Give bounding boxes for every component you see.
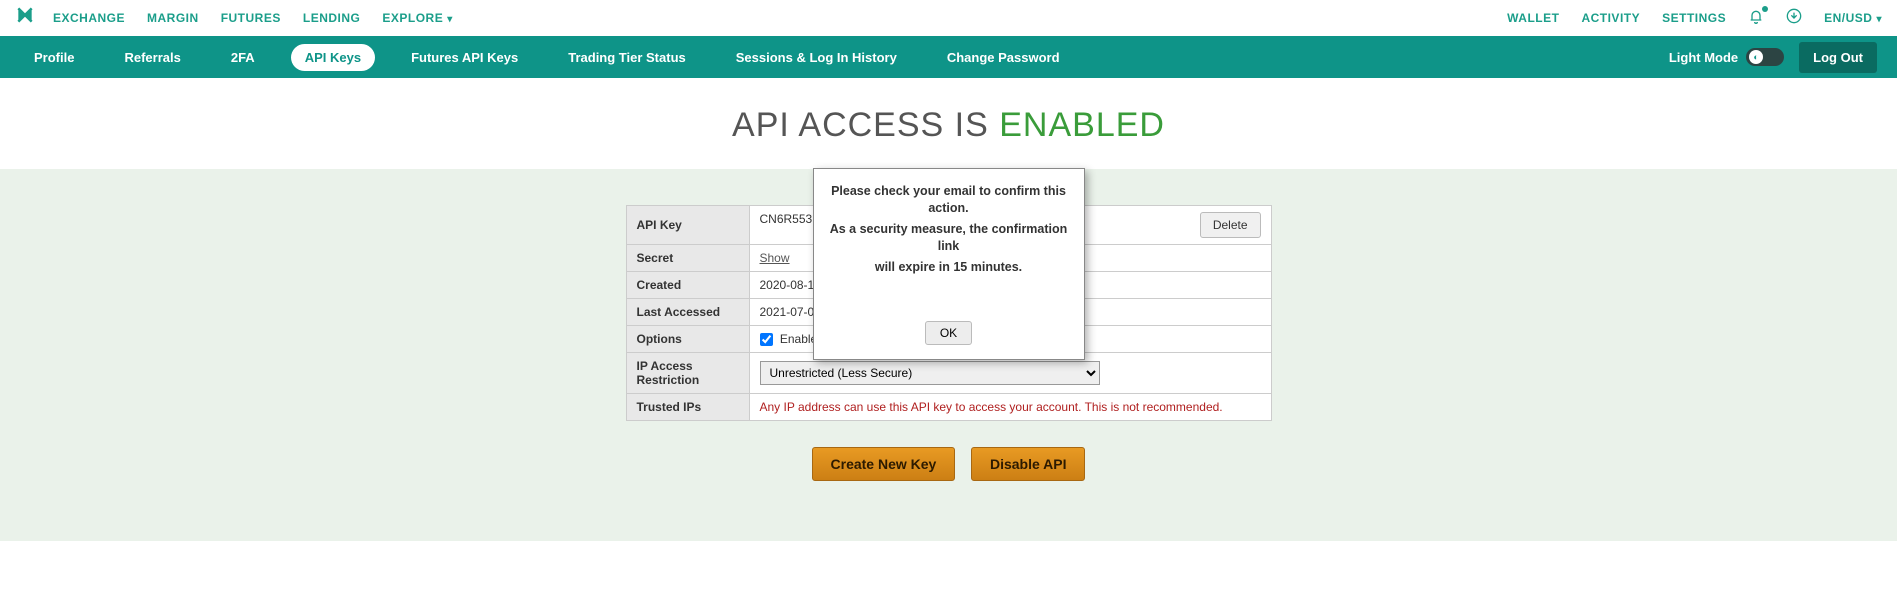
page-title: API ACCESS IS ENABLED [0,78,1897,169]
modal-line1: Please check your email to confirm this … [826,183,1072,217]
subnav-sessions[interactable]: Sessions & Log In History [722,44,911,71]
subnav-futures-api-keys[interactable]: Futures API Keys [397,44,532,71]
download-icon[interactable] [1786,8,1802,29]
create-new-key-button[interactable]: Create New Key [812,447,956,481]
label-trusted-ips: Trusted IPs [626,394,749,421]
value-trusted-ips: Any IP address can use this API key to a… [749,394,1271,421]
row-trusted-ips: Trusted IPs Any IP address can use this … [626,394,1271,421]
subnav-referrals[interactable]: Referrals [110,44,194,71]
topnav-explore[interactable]: EXPLORE [382,11,452,25]
modal-line2: As a security measure, the confirmation … [826,221,1072,255]
bell-icon[interactable] [1748,8,1764,29]
disable-api-button[interactable]: Disable API [971,447,1086,481]
topnav-lending[interactable]: LENDING [303,11,361,25]
title-prefix: API ACCESS IS [732,106,999,144]
subnav-2fa[interactable]: 2FA [217,44,269,71]
modal-ok-button[interactable]: OK [925,321,972,345]
lightmode-control: Light Mode ◐ [1669,48,1784,66]
enable-trading-checkbox[interactable] [760,333,773,346]
topnav: EXCHANGE MARGIN FUTURES LENDING EXPLORE … [0,0,1897,36]
delete-button[interactable]: Delete [1200,212,1261,238]
topnav-left: EXCHANGE MARGIN FUTURES LENDING EXPLORE [53,11,453,25]
subnav-trading-tier[interactable]: Trading Tier Status [554,44,700,71]
subnav: Profile Referrals 2FA API Keys Futures A… [0,36,1897,78]
subnav-api-keys[interactable]: API Keys [291,44,375,71]
topnav-settings[interactable]: SETTINGS [1662,11,1726,25]
topnav-futures[interactable]: FUTURES [221,11,281,25]
title-status: ENABLED [999,106,1165,144]
label-ip-access: IP Access Restriction [626,353,749,394]
subnav-change-password[interactable]: Change Password [933,44,1074,71]
label-secret: Secret [626,245,749,272]
action-buttons: Create New Key Disable API [0,447,1897,481]
label-options: Options [626,326,749,353]
label-last-accessed: Last Accessed [626,299,749,326]
topnav-locale[interactable]: EN/USD [1824,11,1882,25]
label-api-key: API Key [626,206,749,245]
subnav-profile[interactable]: Profile [20,44,88,71]
topnav-exchange[interactable]: EXCHANGE [53,11,125,25]
logo[interactable] [15,5,35,31]
modal-line3: will expire in 15 minutes. [826,259,1072,276]
topnav-wallet[interactable]: WALLET [1507,11,1559,25]
subnav-right: Light Mode ◐ Log Out [1669,42,1877,73]
topnav-right: WALLET ACTIVITY SETTINGS EN/USD [1507,8,1882,29]
secret-show-link[interactable]: Show [760,251,790,265]
ip-access-select[interactable]: Unrestricted (Less Secure) [760,361,1100,385]
confirmation-modal: Please check your email to confirm this … [813,168,1085,360]
lightmode-toggle[interactable]: ◐ [1746,48,1784,66]
topnav-margin[interactable]: MARGIN [147,11,199,25]
trusted-ips-warning: Any IP address can use this API key to a… [760,400,1223,414]
lightmode-label: Light Mode [1669,50,1738,65]
label-created: Created [626,272,749,299]
logout-button[interactable]: Log Out [1799,42,1877,73]
topnav-activity[interactable]: ACTIVITY [1581,11,1640,25]
